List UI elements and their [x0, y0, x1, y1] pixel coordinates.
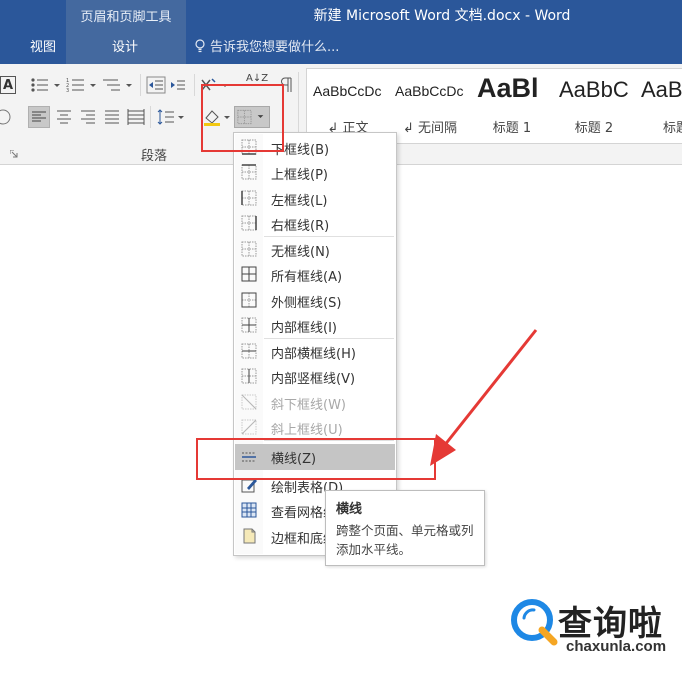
menu-item[interactable]: 外侧框线(S)	[235, 288, 395, 312]
menu-item-label: 无框线(N)	[271, 245, 330, 260]
style-sample: AaBbC	[559, 77, 629, 102]
inside-horizontal-border-icon	[241, 343, 257, 359]
diagonal-down-border-icon	[241, 394, 257, 410]
tooltip-title: 横线	[336, 502, 363, 517]
document-title: 新建 Microsoft Word 文档.docx - Word	[313, 8, 571, 24]
dialog-launcher-icon[interactable]	[10, 150, 18, 158]
paragraph-group-label: 段落	[140, 149, 167, 164]
asian-layout-icon[interactable]	[0, 108, 12, 126]
style-sample: AaBbCcDc	[395, 83, 464, 99]
align-left-button[interactable]	[28, 106, 50, 128]
context-group-label: 页眉和页脚工具	[80, 10, 172, 25]
all-borders-icon	[241, 266, 257, 282]
style-name: 标题 2	[574, 121, 614, 136]
style-sample: AaBbCcDc	[313, 83, 382, 99]
title-bar: 页眉和页脚工具 新建 Microsoft Word 文档.docx - Word…	[0, 0, 682, 64]
distributed-icon[interactable]	[126, 108, 146, 126]
menu-separator	[264, 236, 394, 237]
style-name: ↲ 无间隔	[402, 121, 458, 136]
tab-view[interactable]: 视图	[30, 36, 56, 55]
menu-separator	[264, 338, 394, 339]
chaxunla-logo-icon	[511, 599, 558, 646]
menu-item[interactable]: 无框线(N)	[235, 237, 395, 261]
inside-vertical-border-icon	[241, 368, 257, 384]
bullets-icon[interactable]	[30, 76, 64, 94]
style-name: 标题 1	[492, 121, 532, 136]
menu-item-label: 斜上框线(U)	[271, 423, 343, 438]
outside-borders-icon	[241, 292, 257, 308]
menu-item-label: 内部横框线(H)	[271, 347, 356, 362]
no-border-icon	[241, 241, 257, 257]
watermark-url: chaxunla.com	[566, 638, 667, 655]
menu-item-label: 内部竖框线(V)	[271, 372, 356, 387]
menu-item-label: 斜下框线(W)	[271, 398, 346, 413]
tell-me-box[interactable]: 告诉我您想要做什么...	[194, 36, 339, 55]
menu-item-label: 上框线(P)	[271, 168, 328, 183]
menu-item-label: 所有框线(A)	[271, 270, 343, 285]
borders-shading-icon	[241, 528, 257, 544]
style-sample: AaB	[641, 77, 682, 102]
view-gridlines-icon	[241, 502, 257, 518]
ribbon-separator	[150, 106, 151, 128]
style-heading-2[interactable]: AaBbC 标题 2	[553, 69, 635, 143]
decrease-indent-icon[interactable]	[146, 76, 166, 94]
lightbulb-icon	[195, 39, 205, 53]
annotation-box-borders-button	[201, 84, 284, 152]
style-name: 标题	[662, 121, 682, 136]
menu-item[interactable]: 斜下框线(W)	[235, 390, 395, 414]
ribbon-separator	[194, 74, 195, 96]
ribbon-separator	[140, 74, 141, 96]
multilevel-list-icon[interactable]	[102, 76, 136, 94]
align-center-icon[interactable]	[54, 108, 74, 126]
numbering-icon[interactable]: 1 2 3	[66, 76, 100, 94]
menu-item[interactable]: 左框线(L)	[235, 186, 395, 210]
character-border-button[interactable]: A	[0, 76, 16, 94]
menu-item-label: 左框线(L)	[271, 194, 328, 209]
menu-item-label: 外侧框线(S)	[271, 296, 342, 311]
menu-item[interactable]: 所有框线(A)	[235, 262, 395, 286]
menu-item-label: 内部框线(I)	[271, 321, 337, 336]
annotation-box-horizontal-line	[196, 438, 436, 480]
style-title[interactable]: AaB 标题	[635, 69, 682, 143]
menu-item[interactable]: 斜上框线(U)	[235, 415, 395, 439]
menu-item[interactable]: 内部横框线(H)	[235, 339, 395, 363]
style-heading-1[interactable]: AaBl 标题 1	[471, 69, 553, 143]
align-right-icon[interactable]	[78, 108, 98, 126]
menu-item[interactable]: 内部框线(I)	[235, 313, 395, 337]
tooltip: 横线 跨整个页面、单元格或列添加水平线。	[325, 490, 485, 566]
border-left-icon	[241, 190, 257, 206]
svg-text:3: 3	[66, 88, 69, 94]
line-spacing-icon[interactable]	[156, 108, 186, 126]
style-sample: AaBl	[477, 73, 539, 103]
menu-item[interactable]: 右框线(R)	[235, 211, 395, 235]
increase-indent-icon[interactable]	[168, 76, 188, 94]
menu-item[interactable]: 内部竖框线(V)	[235, 364, 395, 388]
tab-design[interactable]: 设计	[112, 36, 138, 55]
menu-item[interactable]: 上框线(P)	[235, 160, 395, 184]
tooltip-body: 跨整个页面、单元格或列添加水平线。	[336, 523, 474, 557]
menu-item-label: 右框线(R)	[271, 219, 330, 234]
style-no-spacing[interactable]: AaBbCcDc ↲ 无间隔	[389, 69, 471, 143]
align-left-icon	[32, 111, 46, 122]
justify-icon[interactable]	[102, 108, 122, 126]
border-right-icon	[241, 215, 257, 231]
diagonal-up-border-icon	[241, 419, 257, 435]
tell-me-text: 告诉我您想要做什么...	[210, 40, 340, 55]
border-top-icon	[241, 164, 257, 180]
inside-borders-icon	[241, 317, 257, 333]
